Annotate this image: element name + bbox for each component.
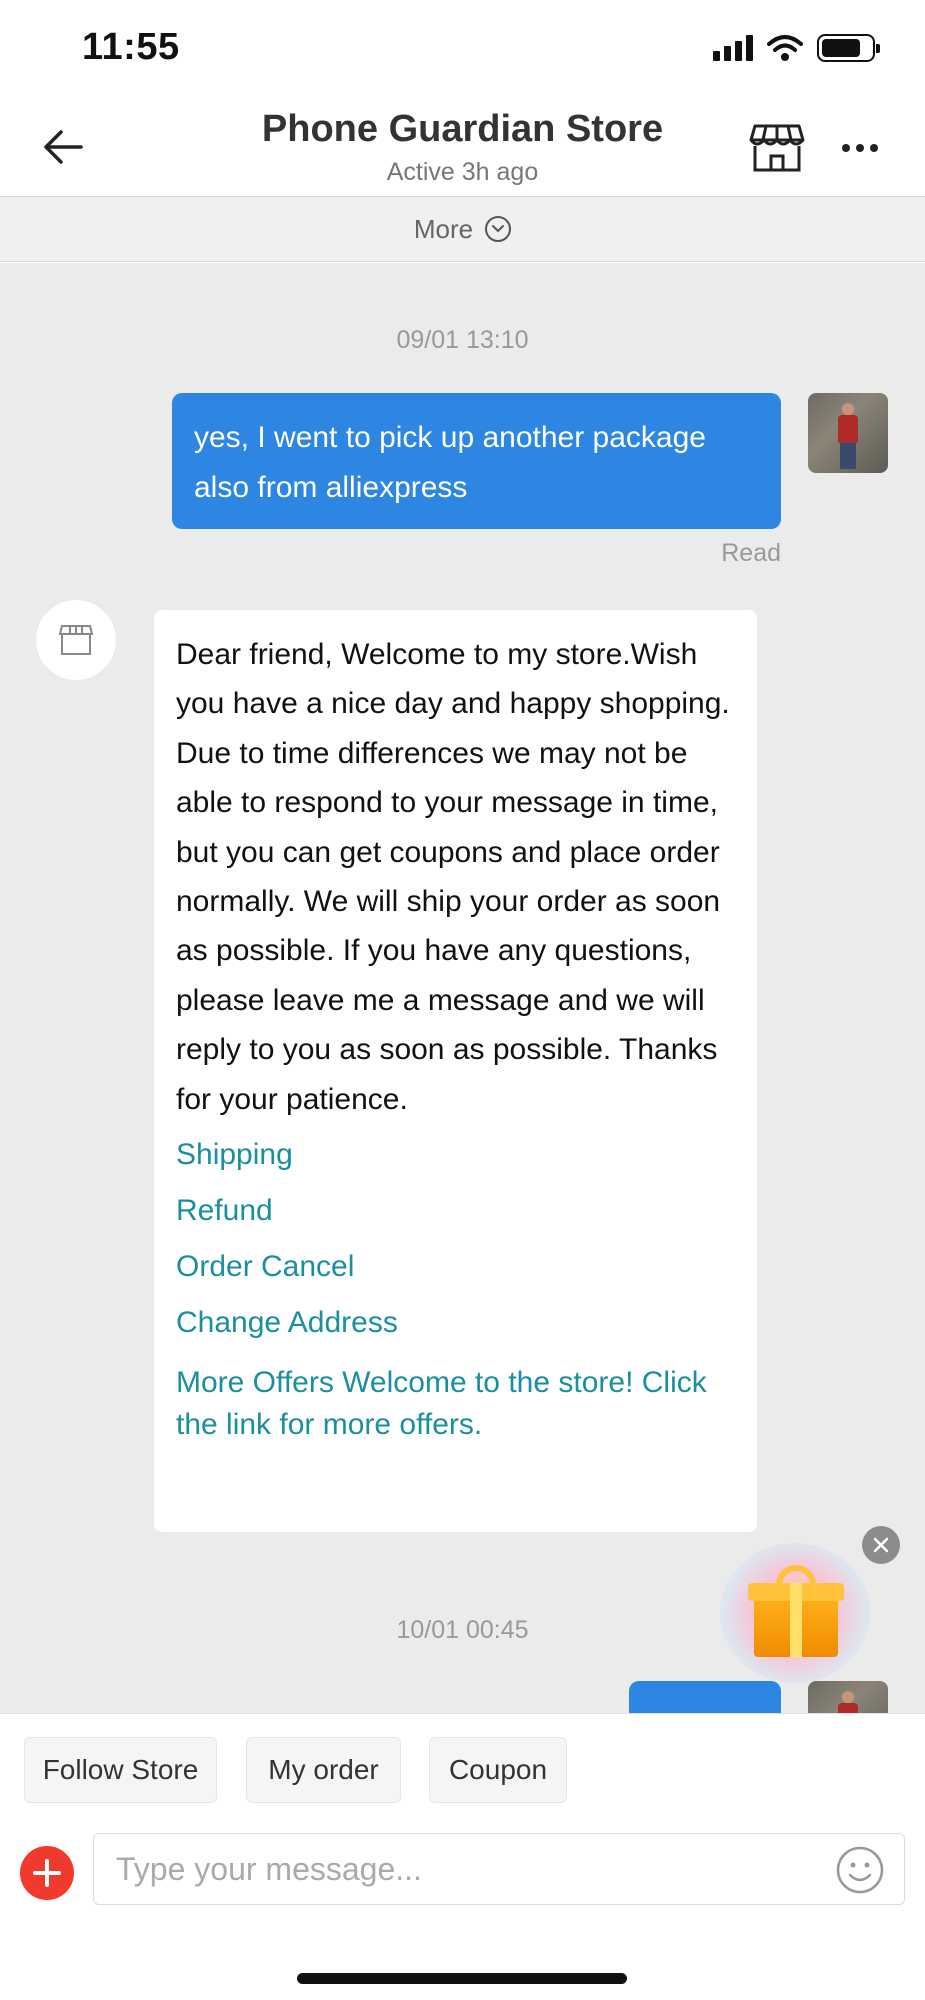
message-input-bar xyxy=(0,1825,925,1925)
more-bar-label: More xyxy=(413,213,474,244)
my-order-button[interactable]: My order xyxy=(246,1737,401,1803)
emoji-button[interactable] xyxy=(835,1845,885,1895)
refund-link[interactable]: Refund xyxy=(176,1194,735,1228)
incoming-message[interactable]: Dear friend, Welcome to my store.Wish yo… xyxy=(154,610,757,1532)
wifi-icon xyxy=(767,35,803,61)
more-bar[interactable]: More xyxy=(0,196,925,262)
home-indicator-area xyxy=(0,1925,925,2000)
store-button[interactable] xyxy=(749,122,805,174)
chevron-down-icon xyxy=(485,216,512,242)
status-bar: 11:55 xyxy=(0,0,925,100)
user-avatar[interactable] xyxy=(808,393,888,473)
outgoing-message-partial[interactable] xyxy=(629,1681,781,1713)
incoming-message-text: Dear friend, Welcome to my store.Wish yo… xyxy=(176,638,730,1116)
chat-area[interactable]: 09/01 13:10 yes, I went to pick up anoth… xyxy=(0,263,925,1713)
store-avatar[interactable] xyxy=(36,600,116,680)
user-avatar[interactable] xyxy=(808,1681,888,1713)
quick-actions-bar: Follow Store My order Coupon xyxy=(0,1713,925,1825)
home-indicator[interactable] xyxy=(297,1973,627,1984)
storefront-icon xyxy=(749,124,805,172)
more-offers-link[interactable]: More Offers Welcome to the store! Click … xyxy=(176,1362,735,1446)
add-attachment-button[interactable] xyxy=(20,1846,74,1900)
follow-store-button[interactable]: Follow Store xyxy=(24,1737,217,1803)
chat-header: Phone Guardian Store Active 3h ago xyxy=(0,100,925,196)
smiley-icon xyxy=(836,1846,884,1894)
read-status: Read xyxy=(721,539,781,567)
storefront-icon xyxy=(58,625,94,655)
order-cancel-link[interactable]: Order Cancel xyxy=(176,1250,735,1284)
coupon-button[interactable]: Coupon xyxy=(429,1737,567,1803)
outgoing-message[interactable]: yes, I went to pick up another package a… xyxy=(172,393,781,529)
status-time: 11:55 xyxy=(82,26,180,68)
status-icons xyxy=(713,34,880,62)
cellular-signal-icon xyxy=(713,35,753,61)
shipping-link[interactable]: Shipping xyxy=(176,1138,735,1172)
gift-promo-button[interactable] xyxy=(720,1543,880,1693)
close-icon xyxy=(873,1537,889,1553)
close-gift-button[interactable] xyxy=(862,1526,900,1564)
message-input[interactable] xyxy=(93,1833,905,1905)
message-timestamp: 09/01 13:10 xyxy=(396,326,529,354)
battery-icon xyxy=(817,34,880,62)
change-address-link[interactable]: Change Address xyxy=(176,1306,735,1340)
more-options-button[interactable] xyxy=(835,128,885,168)
